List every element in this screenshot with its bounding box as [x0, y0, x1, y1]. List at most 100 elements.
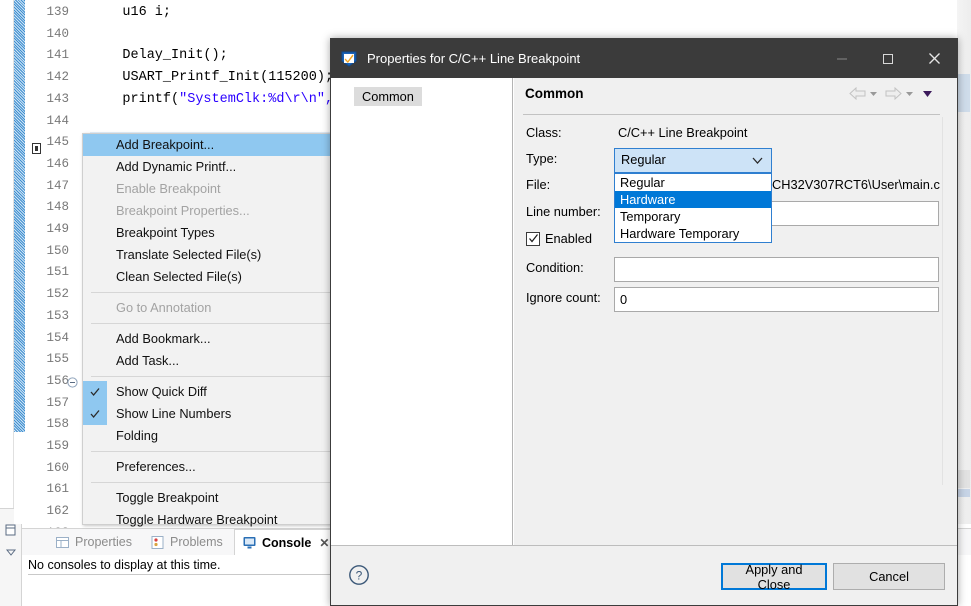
line-number: 144 [46, 113, 69, 128]
page-navigation-controls[interactable] [849, 87, 933, 100]
type-option[interactable]: Regular [615, 174, 771, 191]
dialog-body: Common Common Class: C/C++ Line Breakpoi… [331, 78, 957, 545]
editor-scrollbar-thumb[interactable] [958, 74, 970, 112]
view-tab-properties[interactable]: Properties [48, 529, 139, 555]
type-option[interactable]: Temporary [615, 208, 771, 225]
line-number: 154 [46, 330, 69, 345]
field-row-type: Type: Regular Regular Hardware Temporary Ha… [514, 148, 957, 243]
type-combobox-dropdown[interactable]: Regular Hardware Temporary Hardware Tempora… [614, 173, 772, 243]
page-menu-caret-icon[interactable] [922, 89, 933, 98]
type-combobox[interactable]: Regular [614, 148, 772, 173]
ignore-count-label: Ignore count: [526, 290, 601, 305]
line-number: 157 [46, 395, 69, 410]
minimize-button[interactable] [819, 39, 865, 78]
line-number: 158 [46, 417, 69, 432]
editor-vertical-scrollbar[interactable] [957, 0, 971, 524]
fold-collapse-icon[interactable] [67, 375, 78, 388]
line-number: 148 [46, 200, 69, 215]
console-icon [242, 535, 257, 550]
class-value: C/C++ Line Breakpoint [618, 125, 748, 140]
code-line: u16 i; [90, 5, 172, 20]
close-tab-icon[interactable]: ✕ [319, 536, 329, 550]
close-button[interactable] [911, 39, 957, 78]
maximize-button[interactable] [865, 39, 911, 78]
field-row-ignore-count: Ignore count: [514, 287, 957, 313]
type-combobox-value: Regular [621, 152, 666, 167]
screen-root: u16 i; Delay_Init(); USART_Printf_Init(1… [0, 0, 971, 606]
line-number: 159 [46, 439, 69, 453]
tree-item-common[interactable]: Common [354, 87, 422, 106]
ignore-count-input[interactable] [614, 287, 939, 312]
enabled-checkbox[interactable] [526, 231, 540, 246]
dialog-scrollbar[interactable] [942, 117, 957, 485]
view-tab-label: Properties [75, 535, 132, 549]
line-number-label: Line number: [526, 204, 601, 219]
properties-icon [55, 535, 70, 550]
cancel-button[interactable]: Cancel [833, 563, 945, 590]
line-number: 143 [46, 91, 69, 106]
line-number: 142 [46, 70, 69, 85]
type-option[interactable]: Hardware [615, 191, 771, 208]
view-tab-label: Console [262, 535, 312, 550]
menu-item-label: Add Breakpoint... [116, 137, 215, 152]
line-number: 151 [46, 265, 69, 280]
view-menu-icon[interactable] [4, 545, 18, 559]
field-row-condition: Condition: [514, 257, 957, 283]
type-option[interactable]: Hardware Temporary [615, 225, 771, 242]
line-number: 153 [46, 308, 69, 323]
menu-item-label: Add Bookmark... [116, 331, 211, 346]
help-icon[interactable]: ? [348, 564, 370, 586]
menu-item-label: Add Dynamic Printf... [116, 159, 237, 174]
menu-item-label: Go to Annotation [116, 300, 212, 315]
window-controls[interactable] [819, 39, 957, 78]
view-tab-console[interactable]: Console ✕ [234, 529, 338, 555]
dialog-title-bar[interactable]: Properties for C/C++ Line Breakpoint [331, 39, 957, 78]
breakpoint-form: Class: C/C++ Line Breakpoint Type: Regul… [514, 122, 957, 545]
menu-item-label: Breakpoint Properties... [116, 203, 250, 218]
breakpoint-marker-icon[interactable] [32, 143, 41, 154]
check-icon [83, 381, 107, 403]
apply-and-close-button[interactable]: Apply and Close [721, 562, 827, 592]
detail-header: Common [514, 78, 957, 115]
line-number: 160 [46, 460, 69, 475]
problems-icon [150, 535, 165, 550]
menu-item-label: Preferences... [116, 459, 196, 474]
app-shield-icon [340, 50, 358, 68]
detail-title: Common [525, 86, 584, 101]
editor-left-edge [0, 0, 14, 530]
dialog-title: Properties for C/C++ Line Breakpoint [367, 51, 581, 66]
enabled-checkbox-row[interactable]: Enabled [526, 231, 592, 246]
breakpoint-properties-dialog[interactable]: Properties for C/C++ Line Breakpoint Com… [330, 38, 958, 606]
check-icon [83, 403, 107, 425]
line-number: 140 [46, 26, 69, 41]
menu-item-label: Folding [116, 428, 158, 443]
dialog-page-tree[interactable]: Common [332, 78, 513, 545]
dialog-detail-pane: Common Class: C/C++ Line Breakpoint Type… [514, 78, 957, 545]
line-number: 141 [46, 48, 69, 63]
line-number-gutter[interactable]: 139 140 141 142 143 144 145 146 147 148 149 150 151 1… [25, 0, 78, 605]
detail-header-divider [523, 114, 940, 115]
menu-item-label: Show Line Numbers [116, 406, 232, 421]
forward-arrow-icon[interactable] [885, 87, 902, 100]
view-tab-problems[interactable]: Problems [143, 529, 230, 555]
line-number: 156 [25, 371, 78, 393]
line-number: 152 [46, 287, 69, 302]
back-dropdown-caret-icon[interactable] [869, 89, 878, 98]
editor-scroll-marker-a [958, 470, 970, 488]
line-number: 146 [46, 156, 69, 171]
restore-view-icon[interactable] [4, 523, 18, 537]
menu-item-label: Toggle Breakpoint [116, 490, 219, 505]
line-number: 147 [46, 178, 69, 193]
quick-diff-ruler [14, 0, 25, 432]
condition-input[interactable] [614, 257, 939, 282]
menu-item-label: Toggle Hardware Breakpoint [116, 512, 278, 527]
svg-text:?: ? [356, 569, 363, 583]
editor-scroll-marker-b [958, 489, 970, 497]
line-number: 155 [46, 352, 69, 367]
menu-item-label: Translate Selected File(s) [116, 247, 262, 262]
menu-item-label: Show Quick Diff [116, 384, 207, 399]
forward-dropdown-caret-icon[interactable] [905, 89, 914, 98]
menu-item-label: Clean Selected File(s) [116, 269, 242, 284]
enabled-label: Enabled [545, 231, 592, 246]
back-arrow-icon[interactable] [849, 87, 866, 100]
